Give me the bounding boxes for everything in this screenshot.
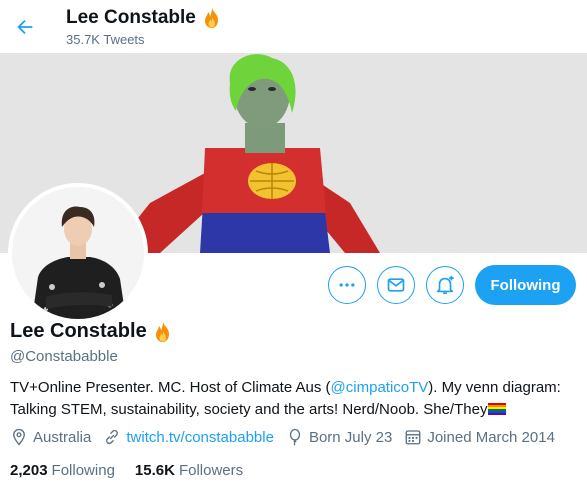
avatar[interactable] <box>8 183 148 323</box>
tweet-count: 35.7K Tweets <box>66 32 145 47</box>
profile-stats: 2,203 Following 15.6K Followers <box>10 462 263 479</box>
bio-mention-link[interactable]: @cimpaticoTV <box>331 379 429 396</box>
profile-name-text: Lee Constable <box>10 320 147 342</box>
joined-item: Joined March 2014 <box>404 428 555 446</box>
birthday-text: Born July 23 <box>308 428 393 446</box>
balloon-icon <box>289 428 301 446</box>
fire-emoji-icon <box>155 321 169 342</box>
header-title: Lee Constable <box>66 6 222 30</box>
calendar-icon <box>405 430 421 445</box>
joined-text: Joined March 2014 <box>427 428 555 446</box>
location-text: Australia <box>33 428 92 446</box>
rainbow-flag-icon <box>488 403 507 415</box>
followers-count: 15.6K <box>134 462 175 479</box>
profile-header: Lee Constable 35.7K Tweets <box>0 0 587 53</box>
birthday-item: Born July 23 <box>286 428 392 446</box>
avatar-image <box>12 187 144 319</box>
header-name-text: Lee Constable <box>66 7 196 28</box>
message-button[interactable] <box>377 266 415 304</box>
following-button[interactable]: Following <box>475 265 576 305</box>
mail-icon <box>387 278 405 292</box>
website-item: twitch.tv/constababble <box>103 428 274 446</box>
more-button[interactable] <box>328 266 366 304</box>
followers-label: Followers <box>178 462 244 479</box>
profile-actions: Following <box>328 265 576 305</box>
link-icon <box>106 429 119 445</box>
profile-meta: Australia twitch.tv/constababble Born Ju… <box>10 428 567 446</box>
fire-emoji-icon <box>204 8 218 28</box>
notifications-button[interactable] <box>426 266 464 304</box>
back-button[interactable] <box>8 10 42 44</box>
back-arrow-icon <box>17 19 33 35</box>
following-stat[interactable]: 2,203 Following <box>10 462 115 479</box>
following-count: 2,203 <box>10 462 48 479</box>
location-item: Australia <box>10 428 91 446</box>
bell-plus-icon <box>436 275 454 295</box>
following-label: Following <box>51 462 115 479</box>
location-icon <box>13 428 25 446</box>
more-icon <box>339 283 355 287</box>
website-link[interactable]: twitch.tv/constababble <box>126 429 274 446</box>
bio-text-1: TV+Online Presenter. MC. Host of Climate… <box>10 379 331 396</box>
followers-stat[interactable]: 15.6K Followers <box>135 462 243 479</box>
profile-bio: TV+Online Presenter. MC. Host of Climate… <box>10 377 580 421</box>
profile-handle: @Constababble <box>10 348 118 365</box>
profile-name: Lee Constable <box>10 320 173 343</box>
